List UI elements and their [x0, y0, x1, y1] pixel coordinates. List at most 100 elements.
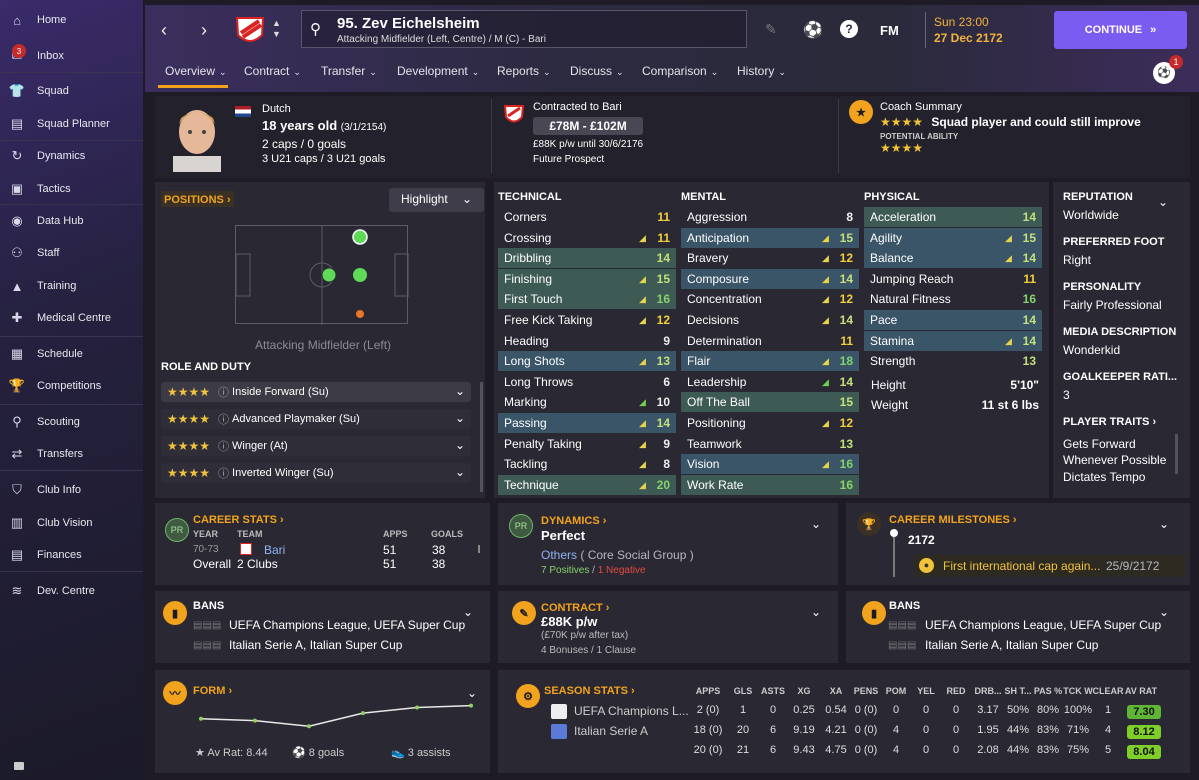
- club-badge-icon[interactable]: [235, 15, 265, 47]
- attribute-bravery[interactable]: Bravery ◢ 12: [681, 248, 859, 268]
- attribute-concentration[interactable]: Concentration ◢ 12: [681, 289, 859, 309]
- attribute-decisions[interactable]: Decisions ◢ 14: [681, 310, 859, 330]
- continue-button[interactable]: CONTINUE »: [1054, 11, 1187, 49]
- chevron-down-icon[interactable]: ⌄: [463, 605, 473, 619]
- attribute-penalty-taking[interactable]: Penalty Taking ◢ 9: [498, 434, 676, 454]
- info-icon[interactable]: ⓘ: [218, 465, 229, 481]
- tab-transfer[interactable]: Transfer ⌄: [321, 64, 377, 78]
- attribute-vision[interactable]: Vision ◢ 16: [681, 454, 859, 475]
- competition-name[interactable]: UEFA Champions L...: [574, 704, 689, 718]
- game-date[interactable]: Sun 23:00 27 Dec 2172: [925, 12, 1045, 48]
- chevron-down-icon[interactable]: ⌄: [811, 517, 821, 531]
- attribute-technique[interactable]: Technique ◢ 20: [498, 474, 676, 495]
- career-team-link[interactable]: Bari: [264, 543, 285, 557]
- attribute-leadership[interactable]: Leadership ◢ 14: [681, 372, 859, 392]
- sidebar-item-staff[interactable]: ⚇ Staff: [0, 237, 143, 269]
- attribute-passing[interactable]: Passing ◢ 14: [498, 413, 676, 433]
- sidebar-item-tactics[interactable]: ▣ Tactics: [0, 173, 143, 205]
- player-search-box[interactable]: ⚲ 95. Zev Eichelsheim Attacking Midfield…: [301, 10, 747, 48]
- role-row[interactable]: ★★★★ ⓘ Inside Forward (Su) ⌄: [161, 382, 471, 402]
- roles-scrollbar[interactable]: [480, 382, 483, 492]
- attribute-flair[interactable]: Flair ◢ 18: [681, 351, 859, 372]
- help-icon[interactable]: ?: [840, 20, 858, 38]
- sort-arrows-icon[interactable]: ▲ ▼: [272, 18, 281, 40]
- attribute-long-shots[interactable]: Long Shots ◢ 13: [498, 351, 676, 372]
- attribute-stamina[interactable]: Stamina ◢ 14: [864, 330, 1042, 351]
- sidebar-item-training[interactable]: ▲ Training: [0, 270, 143, 302]
- attribute-composure[interactable]: Composure ◢ 14: [681, 268, 859, 289]
- sidebar-item-transfers[interactable]: ⇄ Transfers: [0, 438, 143, 470]
- attribute-crossing[interactable]: Crossing ◢ 11: [498, 228, 676, 248]
- role-row[interactable]: ★★★★ ⓘ Inverted Winger (Su) ⌄: [161, 463, 471, 483]
- attribute-tackling[interactable]: Tackling ◢ 8: [498, 454, 676, 474]
- tab-contract[interactable]: Contract ⌄: [244, 64, 301, 78]
- attribute-long-throws[interactable]: Long Throws 6: [498, 372, 676, 392]
- competition-name[interactable]: Italian Serie A: [574, 724, 648, 738]
- contract-link[interactable]: CONTRACT ›: [541, 600, 609, 614]
- back-button[interactable]: ‹: [161, 20, 167, 41]
- sidebar-item-schedule[interactable]: ▦ Schedule: [0, 338, 143, 370]
- attribute-balance[interactable]: Balance ◢ 14: [864, 248, 1042, 269]
- attribute-finishing[interactable]: Finishing ◢ 15: [498, 268, 676, 289]
- attribute-corners[interactable]: Corners 11: [498, 207, 676, 227]
- attribute-agility[interactable]: Agility ◢ 15: [864, 227, 1042, 248]
- sidebar-item-squad-planner[interactable]: ▤ Squad Planner: [0, 108, 143, 140]
- chevron-down-icon[interactable]: ⌄: [811, 605, 821, 619]
- attribute-heading[interactable]: Heading 9: [498, 331, 676, 351]
- sidebar-item-scouting[interactable]: ⚲ Scouting: [0, 406, 143, 438]
- sidebar-item-squad[interactable]: 👕 Squad: [0, 75, 143, 107]
- sidebar-item-dev-centre[interactable]: ≋ Dev. Centre: [0, 575, 143, 607]
- sidebar-item-club-info[interactable]: ⛉ Club Info: [0, 474, 143, 506]
- info-icon[interactable]: ⓘ: [218, 411, 229, 427]
- tab-overview[interactable]: Overview ⌄: [165, 64, 227, 78]
- milestones-link[interactable]: CAREER MILESTONES ›: [889, 512, 1017, 526]
- sidebar-item-finances[interactable]: ▤ Finances: [0, 539, 143, 571]
- forward-button[interactable]: ›: [201, 20, 207, 41]
- sidebar-item-medical-centre[interactable]: ✚ Medical Centre: [0, 302, 143, 334]
- tab-history[interactable]: History ⌄: [737, 64, 786, 78]
- info-icon[interactable]: ⓘ: [218, 384, 229, 400]
- attribute-natural-fitness[interactable]: Natural Fitness 16: [864, 289, 1042, 309]
- fm-logo[interactable]: FM: [880, 23, 899, 38]
- season-stats-link[interactable]: SEASON STATS ›: [544, 683, 635, 697]
- traits-scrollbar[interactable]: [1175, 434, 1178, 474]
- traits-link[interactable]: PLAYER TRAITS ›: [1063, 416, 1156, 428]
- dynamics-link[interactable]: DYNAMICS ›: [541, 513, 606, 527]
- sidebar-item-data-hub[interactable]: ◉ Data Hub: [0, 205, 143, 237]
- tab-reports[interactable]: Reports ⌄: [497, 64, 551, 78]
- attribute-acceleration[interactable]: Acceleration 14: [864, 207, 1042, 227]
- attribute-strength[interactable]: Strength 13: [864, 351, 1042, 371]
- value-range[interactable]: £78M - £102M: [533, 117, 643, 135]
- attribute-first-touch[interactable]: First Touch ◢ 16: [498, 289, 676, 310]
- chevron-down-icon[interactable]: ⌄: [1158, 195, 1168, 209]
- football-icon[interactable]: ⚽: [803, 20, 823, 40]
- role-row[interactable]: ★★★★ ⓘ Advanced Playmaker (Su) ⌄: [161, 409, 471, 429]
- info-icon[interactable]: ⓘ: [218, 438, 229, 454]
- attribute-marking[interactable]: Marking ◢ 10: [498, 392, 676, 412]
- tab-development[interactable]: Development ⌄: [397, 64, 479, 78]
- tab-discuss[interactable]: Discuss ⌄: [570, 64, 624, 78]
- chevron-down-icon[interactable]: ⌄: [1159, 605, 1169, 619]
- attribute-dribbling[interactable]: Dribbling 14: [498, 248, 676, 269]
- attribute-free-kick-taking[interactable]: Free Kick Taking ◢ 12: [498, 310, 676, 330]
- edit-icon[interactable]: ✎: [765, 21, 777, 38]
- attribute-determination[interactable]: Determination 11: [681, 331, 859, 351]
- career-stats-link[interactable]: CAREER STATS ›: [193, 512, 284, 526]
- attribute-off-the-ball[interactable]: Off The Ball 15: [681, 392, 859, 413]
- sidebar-item-home[interactable]: ⌂ Home: [0, 4, 143, 36]
- positions-link[interactable]: POSITIONS ›: [161, 191, 234, 207]
- tab-comparison[interactable]: Comparison ⌄: [642, 64, 718, 78]
- status-icon[interactable]: [14, 762, 24, 770]
- attribute-pace[interactable]: Pace 14: [864, 310, 1042, 330]
- sidebar-item-club-vision[interactable]: ▥ Club Vision: [0, 507, 143, 539]
- attribute-work-rate[interactable]: Work Rate 16: [681, 474, 859, 495]
- career-scrollbar[interactable]: [478, 545, 480, 553]
- attribute-jumping-reach[interactable]: Jumping Reach 11: [864, 269, 1042, 289]
- attribute-positioning[interactable]: Positioning ◢ 12: [681, 413, 859, 433]
- sidebar-item-inbox[interactable]: ✉3 Inbox: [0, 40, 143, 72]
- attribute-teamwork[interactable]: Teamwork 13: [681, 434, 859, 454]
- role-row[interactable]: ★★★★ ⓘ Winger (At) ⌄: [161, 436, 471, 456]
- season-col-header[interactable]: AV RAT: [1119, 686, 1163, 696]
- sidebar-item-competitions[interactable]: 🏆 Competitions: [0, 370, 143, 402]
- attribute-aggression[interactable]: Aggression 8: [681, 207, 859, 227]
